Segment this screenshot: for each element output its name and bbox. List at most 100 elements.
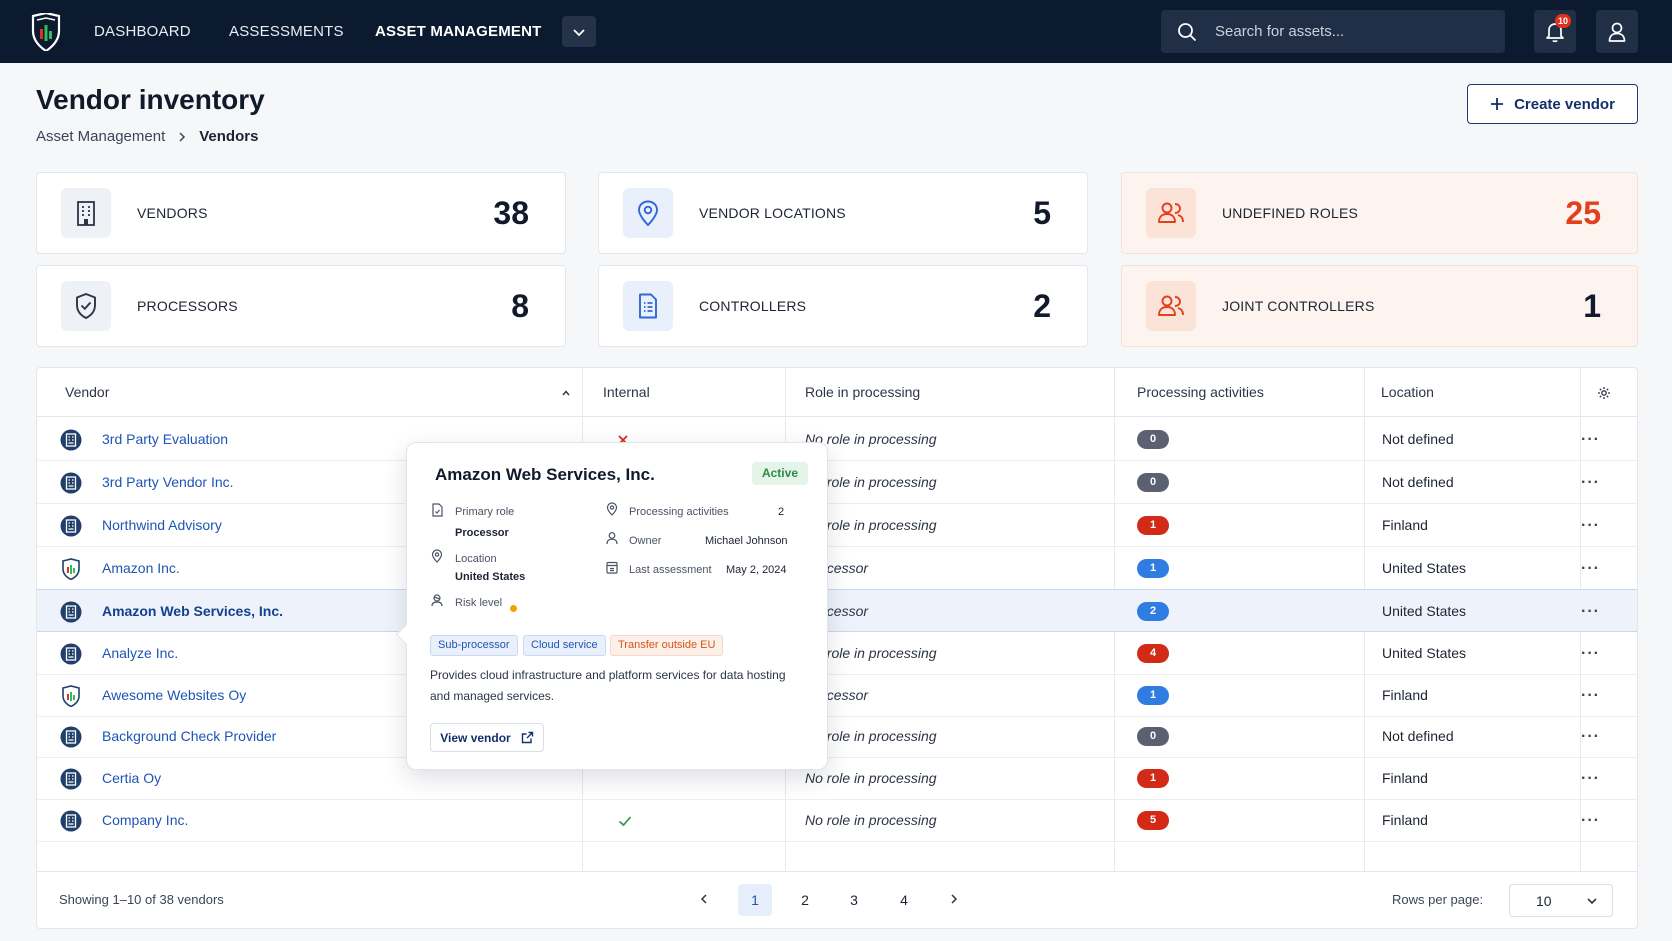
row-more-actions-icon[interactable]: ···: [1581, 799, 1600, 842]
row-more-actions-icon[interactable]: ···: [1581, 418, 1600, 461]
column-header-role[interactable]: Role in processing: [805, 368, 920, 417]
table-row[interactable]: 3rd Party Vendor Inc. No role in processi…: [37, 461, 1637, 504]
row-more-actions-icon[interactable]: ···: [1581, 757, 1600, 800]
column-header-location[interactable]: Location: [1381, 368, 1434, 417]
table-row[interactable]: Amazon Inc. Processor 1 United States ···: [37, 547, 1637, 590]
sort-ascending-icon[interactable]: [561, 388, 571, 398]
row-more-actions-icon[interactable]: ···: [1581, 715, 1600, 758]
table-row[interactable]: Northwind Advisory No role in processing 1…: [37, 504, 1637, 547]
vendor-name-link[interactable]: Company Inc.: [102, 799, 188, 842]
nav-asset-management[interactable]: ASSET MANAGEMENT: [375, 0, 542, 63]
vendor-name-link[interactable]: Background Check Provider: [102, 715, 276, 758]
stat-card-vendor-locations[interactable]: VENDOR LOCATIONS 5: [598, 172, 1088, 254]
vendor-name-link[interactable]: 3rd Party Evaluation: [102, 418, 228, 461]
search-box[interactable]: [1161, 10, 1505, 53]
showing-count: Showing 1–10 of 38 vendors: [59, 892, 224, 907]
stat-label: VENDOR LOCATIONS: [699, 205, 846, 221]
table-row[interactable]: 3rd Party Evaluation No role in processin…: [37, 418, 1637, 461]
vendor-name-link[interactable]: Analyze Inc.: [102, 632, 178, 675]
pagination-page-4[interactable]: 4: [887, 884, 921, 916]
stat-card-undefined-roles[interactable]: UNDEFINED ROLES 25: [1121, 172, 1638, 254]
table-row[interactable]: Background Check Provider No role in proc…: [37, 715, 1637, 758]
stat-card-controllers[interactable]: CONTROLLERS 2: [598, 265, 1088, 347]
column-header-internal[interactable]: Internal: [603, 368, 650, 417]
stat-card-joint-controllers[interactable]: JOINT CONTROLLERS 1: [1121, 265, 1638, 347]
owner-value: Michael Johnson: [705, 535, 788, 547]
search-input[interactable]: [1215, 23, 1475, 40]
shield-check-icon: [61, 281, 111, 331]
table-row[interactable]: Certia Oy No role in processing 1 Finland ··…: [37, 757, 1637, 800]
status-badge: Active: [751, 462, 808, 485]
nav-dashboard[interactable]: DASHBOARD: [94, 0, 191, 63]
stat-value: 38: [493, 194, 529, 231]
chevron-left-icon: [700, 894, 707, 904]
document-icon: [623, 281, 673, 331]
row-more-actions-icon[interactable]: ···: [1581, 547, 1600, 590]
vendor-shield-icon: [60, 685, 82, 708]
stat-card-vendors[interactable]: VENDORS 38: [36, 172, 566, 254]
user-menu-button[interactable]: [1596, 10, 1638, 53]
processing-activities-badge: 5: [1137, 811, 1169, 830]
vendor-building-icon: [60, 768, 82, 790]
rows-per-page-select[interactable]: 10: [1509, 884, 1613, 917]
processing-activities-badge: 2: [1137, 602, 1169, 621]
location-cell: Finland: [1382, 517, 1428, 533]
users-icon: [1146, 281, 1196, 331]
processing-activities-badge: 0: [1137, 727, 1169, 746]
app-logo-icon[interactable]: [30, 13, 62, 51]
tag-transfer-outside-eu: Transfer outside EU: [610, 635, 724, 656]
vendor-name-link[interactable]: Awesome Websites Oy: [102, 674, 246, 717]
table-row[interactable]: Analyze Inc. No role in processing 4 United…: [37, 632, 1637, 675]
location-cell: Not defined: [1382, 728, 1454, 744]
vendor-name-link[interactable]: Amazon Inc.: [102, 547, 180, 590]
rows-per-page-value: 10: [1536, 892, 1552, 909]
table-row[interactable]: Amazon Web Services, Inc. Processor 2 Unite…: [37, 589, 1637, 632]
pagination-page-1[interactable]: 1: [738, 884, 772, 916]
column-header-activities[interactable]: Processing activities: [1137, 368, 1264, 417]
nav-assessments[interactable]: ASSESSMENTS: [229, 0, 344, 63]
pagination-next[interactable]: [937, 884, 971, 916]
vendor-name-link[interactable]: Amazon Web Services, Inc.: [102, 590, 283, 633]
stat-value: 2: [1033, 287, 1051, 324]
row-more-actions-icon[interactable]: ···: [1581, 632, 1600, 675]
user-icon: [606, 532, 618, 545]
breadcrumb-asset-management[interactable]: Asset Management: [36, 128, 165, 145]
settings-gear-icon[interactable]: [1597, 386, 1611, 400]
breadcrumb-vendors: Vendors: [199, 128, 259, 145]
table-footer: Showing 1–10 of 38 vendors 1 2 3 4 Rows …: [37, 871, 1637, 928]
vendor-building-icon: [60, 810, 82, 832]
table-row[interactable]: Company Inc. No role in processing 5 Finlan…: [37, 799, 1637, 842]
last-assessment-value: May 2, 2024: [726, 564, 787, 576]
pagination-page-2[interactable]: 2: [788, 884, 822, 916]
vendor-building-icon: [60, 601, 82, 623]
create-vendor-label: Create vendor: [1514, 95, 1615, 113]
nav-more-dropdown[interactable]: [562, 16, 596, 47]
vendor-name-link[interactable]: Certia Oy: [102, 757, 161, 800]
vendor-name-link[interactable]: 3rd Party Vendor Inc.: [102, 461, 234, 504]
pagination-prev[interactable]: [687, 884, 721, 916]
stat-value: 5: [1033, 194, 1051, 231]
internal-check-icon: [617, 799, 633, 842]
view-vendor-button[interactable]: View vendor: [430, 723, 544, 752]
chevron-right-icon: [179, 131, 186, 142]
tag-sub-processor: Sub-processor: [430, 635, 518, 656]
vendor-name-link[interactable]: Northwind Advisory: [102, 504, 222, 547]
row-more-actions-icon[interactable]: ···: [1581, 461, 1600, 504]
risk-level-indicator: [510, 605, 517, 612]
notifications-button[interactable]: 10: [1534, 10, 1576, 53]
row-more-actions-icon[interactable]: ···: [1581, 504, 1600, 547]
create-vendor-button[interactable]: Create vendor: [1467, 84, 1638, 124]
location-cell: Finland: [1382, 770, 1428, 786]
stat-card-processors[interactable]: PROCESSORS 8: [36, 265, 566, 347]
column-header-vendor[interactable]: Vendor: [65, 368, 109, 417]
file-icon: [432, 503, 443, 517]
row-more-actions-icon[interactable]: ···: [1581, 674, 1600, 717]
risk-level-label: Risk level: [455, 597, 503, 609]
pagination-page-3[interactable]: 3: [837, 884, 871, 916]
table-row[interactable]: Awesome Websites Oy Processor 1 Finland ···: [37, 674, 1637, 717]
row-more-actions-icon[interactable]: ···: [1581, 590, 1600, 633]
location-cell: Not defined: [1382, 474, 1454, 490]
chevron-right-icon: [951, 894, 958, 904]
processing-activities-badge: 0: [1137, 430, 1169, 449]
vendor-building-icon: [60, 429, 82, 451]
